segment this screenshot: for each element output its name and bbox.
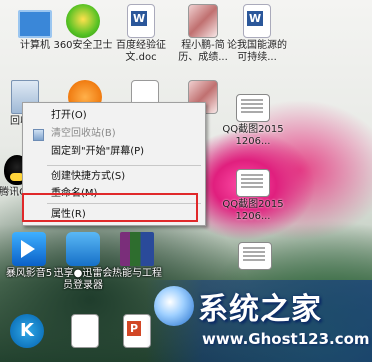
xunlei-icon[interactable]: 迅享●迅雷会员登录器	[52, 232, 114, 292]
lun-wo-guo-label: 论我国能源的可持续...	[227, 40, 287, 63]
recycle-small-icon	[33, 129, 44, 141]
thunder-icon	[66, 232, 100, 266]
winrar-label: 热能与工程	[112, 268, 162, 279]
winrar-icon[interactable]: 热能与工程	[106, 232, 168, 280]
lun-wo-guo-icon[interactable]: 论我国能源的可持续...	[226, 4, 288, 64]
shield-icon	[66, 4, 100, 38]
qq-shot-2-label: QQ截图20151206...	[222, 199, 284, 222]
k-app-icon	[10, 314, 44, 348]
qq-shot-1-icon[interactable]: QQ截图20151206...	[222, 90, 284, 148]
cheng-xiao-peng-label: 程小鹏-简历、成绩...	[178, 40, 228, 63]
qq-shot-1-label: QQ截图20151206...	[222, 124, 284, 147]
desktop: 计算机 360安全卫士 百度经验征文.doc 程小鹏-简历、成绩... 论我国能…	[0, 0, 372, 362]
qq-shot-2-icon[interactable]: QQ截图20151206...	[222, 165, 284, 223]
security360-icon[interactable]: 360安全卫士	[52, 4, 114, 52]
security360-label: 360安全卫士	[53, 40, 113, 51]
baidu-doc-icon[interactable]: 百度经验征文.doc	[110, 4, 172, 64]
watermark-title: 系统之家	[198, 292, 322, 327]
globe-logo-icon	[154, 286, 194, 326]
screenshot-icon	[236, 169, 270, 197]
play-icon	[12, 232, 46, 266]
menu-item-empty-recycle[interactable]: 清空回收站(B)	[23, 126, 205, 142]
watermark-url: www.Ghost123.com	[202, 330, 370, 348]
menu-item-open[interactable]: 打开(O)	[23, 108, 205, 124]
menu-item-empty-recycle-label: 清空回收站(B)	[51, 128, 116, 139]
watermark: 系统之家 www.Ghost123.com	[146, 280, 372, 362]
menu-item-pin-start[interactable]: 固定到"开始"屏幕(P)	[23, 144, 205, 160]
menu-item-open-label: 打开(O)	[51, 110, 87, 121]
highlight-box	[22, 193, 198, 222]
screenshot-icon	[238, 242, 272, 270]
computer-glyph-icon	[18, 10, 52, 38]
menu-item-create-shortcut-label: 创建快捷方式(S)	[51, 171, 126, 182]
word-document-icon	[243, 4, 271, 38]
screenshot-icon	[236, 94, 270, 122]
menu-separator	[47, 165, 201, 166]
kugou-icon[interactable]	[0, 314, 58, 350]
screenshot-3-icon[interactable]	[224, 238, 286, 272]
baidu-doc-label: 百度经验征文.doc	[116, 40, 166, 63]
archive-icon	[120, 232, 154, 266]
document-icon	[71, 314, 99, 348]
storm-label: 暴风影音5	[5, 268, 53, 279]
xunlei-label: 迅享●迅雷会员登录器	[53, 268, 113, 291]
menu-item-create-shortcut[interactable]: 创建快捷方式(S)	[23, 169, 205, 185]
cheng-xiao-peng-icon[interactable]: 程小鹏-简历、成绩...	[172, 4, 234, 64]
menu-item-pin-start-label: 固定到"开始"屏幕(P)	[51, 146, 145, 157]
word-document-icon	[127, 4, 155, 38]
storm-icon[interactable]: 暴风影音5	[0, 232, 60, 280]
image-document-icon	[188, 4, 218, 38]
